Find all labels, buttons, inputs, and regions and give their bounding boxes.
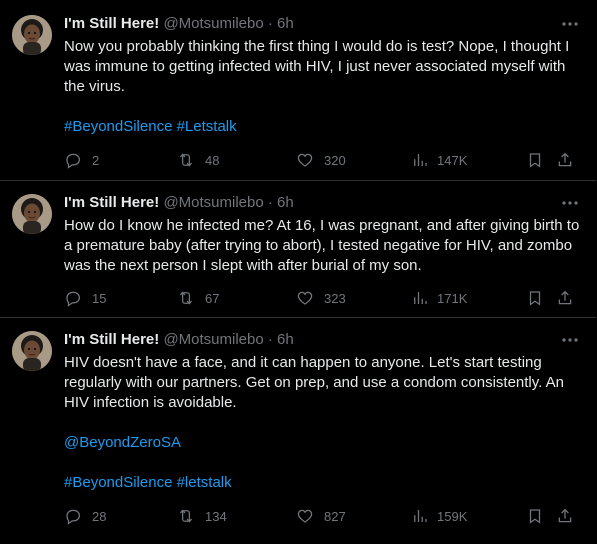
repost-button[interactable]: 67: [177, 288, 219, 308]
tweet[interactable]: I'm Still Here! @Motsumilebo · 6h HIV do…: [0, 318, 596, 544]
like-button[interactable]: 320: [296, 150, 346, 170]
tweet-paragraph: HIV doesn't have a face, and it can happ…: [64, 354, 564, 411]
author-handle[interactable]: @Motsumilebo: [163, 194, 263, 211]
views-icon: [414, 292, 427, 304]
repost-button[interactable]: 48: [177, 150, 219, 170]
author-name[interactable]: I'm Still Here!: [64, 194, 159, 211]
bookmark-icon: [529, 509, 541, 524]
reply-count: 15: [92, 290, 107, 306]
reply-button[interactable]: 28: [64, 506, 106, 526]
views-count: 159K: [437, 508, 468, 524]
reply-button[interactable]: 2: [64, 150, 99, 170]
bookmark-button[interactable]: [526, 506, 544, 526]
hashtag-link[interactable]: #Letstalk: [177, 118, 237, 135]
separator-dot: ·: [267, 331, 273, 348]
mention-line: @BeyondZeroSA: [64, 433, 584, 453]
like-button[interactable]: 827: [296, 506, 346, 526]
hashtag-line: #BeyondSilence #letstalk: [64, 473, 584, 493]
hashtag-line: #BeyondSilence #Letstalk: [64, 117, 584, 137]
tweet-header: I'm Still Here! @Motsumilebo · 6h: [64, 193, 294, 213]
views-count: 171K: [437, 290, 468, 306]
more-icon[interactable]: [560, 14, 580, 34]
bookmark-icon: [529, 291, 541, 306]
tweet-text: How do I know he infected me? At 16, I w…: [64, 216, 584, 276]
avatar[interactable]: [12, 15, 52, 55]
hashtag-link[interactable]: #BeyondSilence: [64, 118, 172, 135]
reply-count: 2: [92, 152, 100, 168]
tweet-text: HIV doesn't have a face, and it can happ…: [64, 353, 584, 493]
tweet-paragraph: Now you probably thinking the first thin…: [64, 38, 570, 95]
like-icon: [297, 291, 313, 305]
bookmark-button[interactable]: [526, 288, 544, 308]
hashtag-link[interactable]: #BeyondSilence: [64, 474, 172, 491]
bookmark-button[interactable]: [526, 150, 544, 170]
repost-icon: [179, 291, 193, 305]
share-icon: [558, 152, 572, 167]
reply-count: 28: [92, 508, 107, 524]
author-name[interactable]: I'm Still Here!: [64, 331, 159, 348]
hashtag-link[interactable]: #letstalk: [177, 474, 232, 491]
timestamp[interactable]: 6h: [277, 194, 294, 211]
views-button[interactable]: 147K: [411, 150, 467, 170]
separator-dot: ·: [267, 194, 273, 211]
mention-link[interactable]: @BeyondZeroSA: [64, 434, 181, 451]
views-icon: [414, 510, 427, 522]
like-count: 323: [324, 290, 346, 306]
repost-count: 67: [205, 290, 220, 306]
more-icon[interactable]: [560, 330, 580, 350]
tweet-paragraph: How do I know he infected me? At 16, I w…: [64, 217, 580, 274]
views-button[interactable]: 159K: [411, 506, 467, 526]
repost-icon: [179, 509, 193, 523]
like-count: 827: [324, 508, 346, 524]
avatar[interactable]: [12, 194, 52, 234]
share-icon: [558, 508, 572, 523]
like-button[interactable]: 323: [296, 288, 346, 308]
action-bar: 28 134 827 159K: [64, 506, 584, 526]
reply-button[interactable]: 15: [64, 288, 106, 308]
timestamp[interactable]: 6h: [277, 15, 294, 32]
action-bar: 15 67 323 171K: [64, 288, 584, 308]
views-icon: [414, 154, 427, 166]
more-icon[interactable]: [560, 193, 580, 213]
action-bar: 2 48 320 147K: [64, 150, 584, 170]
tweet-text: Now you probably thinking the first thin…: [64, 37, 584, 137]
repost-count: 134: [205, 508, 227, 524]
reply-icon: [66, 509, 81, 525]
avatar[interactable]: [12, 331, 52, 371]
share-button[interactable]: [556, 288, 574, 308]
share-button[interactable]: [556, 506, 574, 526]
tweet-header: I'm Still Here! @Motsumilebo · 6h: [64, 330, 294, 350]
like-count: 320: [324, 152, 346, 168]
share-icon: [558, 290, 572, 305]
tweet[interactable]: I'm Still Here! @Motsumilebo · 6h Now yo…: [0, 0, 596, 181]
bookmark-icon: [529, 153, 541, 168]
repost-count: 48: [205, 152, 220, 168]
timestamp[interactable]: 6h: [277, 331, 294, 348]
tweet-header: I'm Still Here! @Motsumilebo · 6h: [64, 14, 294, 34]
separator-dot: ·: [267, 15, 273, 32]
author-handle[interactable]: @Motsumilebo: [163, 331, 263, 348]
share-button[interactable]: [556, 150, 574, 170]
repost-button[interactable]: 134: [177, 506, 227, 526]
author-name[interactable]: I'm Still Here!: [64, 15, 159, 32]
repost-icon: [179, 153, 193, 167]
like-icon: [297, 509, 313, 523]
reply-icon: [66, 153, 81, 169]
views-count: 147K: [437, 152, 468, 168]
reply-icon: [66, 291, 81, 307]
views-button[interactable]: 171K: [411, 288, 467, 308]
like-icon: [297, 153, 313, 167]
author-handle[interactable]: @Motsumilebo: [163, 15, 263, 32]
tweet[interactable]: I'm Still Here! @Motsumilebo · 6h How do…: [0, 181, 596, 318]
